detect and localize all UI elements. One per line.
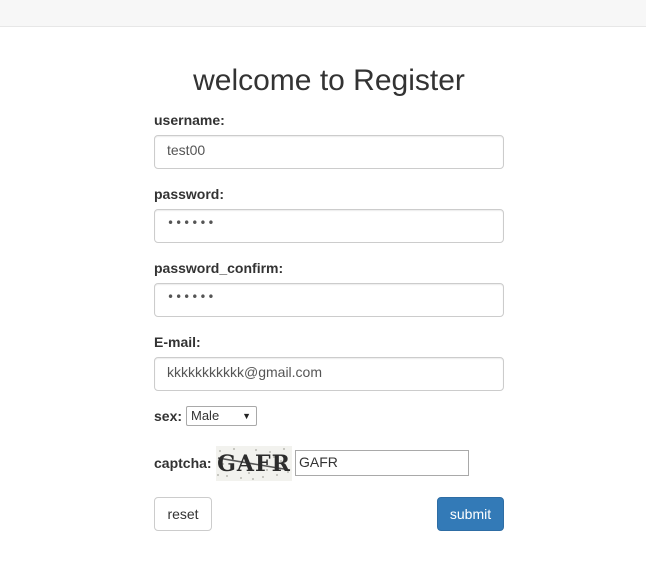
username-label: username:	[154, 112, 225, 128]
email-label: E-mail:	[154, 334, 201, 350]
sex-selected-value: Male	[191, 408, 220, 423]
username-field[interactable]: test00	[154, 135, 504, 169]
sex-select[interactable]: Male ▼	[186, 406, 257, 426]
captcha-noise: GAFR	[216, 446, 292, 481]
captcha-image: GAFR	[216, 446, 292, 481]
captcha-input[interactable]: GAFR	[295, 450, 469, 476]
captcha-image-text: GAFR	[217, 451, 291, 477]
submit-button[interactable]: submit	[437, 497, 504, 531]
password-confirm-field[interactable]: ••••••	[154, 283, 504, 317]
chevron-down-icon: ▼	[242, 411, 251, 421]
sex-label: sex:	[154, 408, 183, 424]
password-confirm-label: password_confirm:	[154, 260, 284, 276]
password-label: password:	[154, 186, 225, 202]
reset-button[interactable]: reset	[154, 497, 212, 531]
email-field[interactable]: kkkkkkkkkkk@gmail.com	[154, 357, 504, 391]
captcha-label: captcha:	[154, 455, 212, 471]
password-field[interactable]: ••••••	[154, 209, 504, 243]
top-navbar	[0, 0, 646, 27]
page-title: welcome to Register	[193, 64, 465, 97]
